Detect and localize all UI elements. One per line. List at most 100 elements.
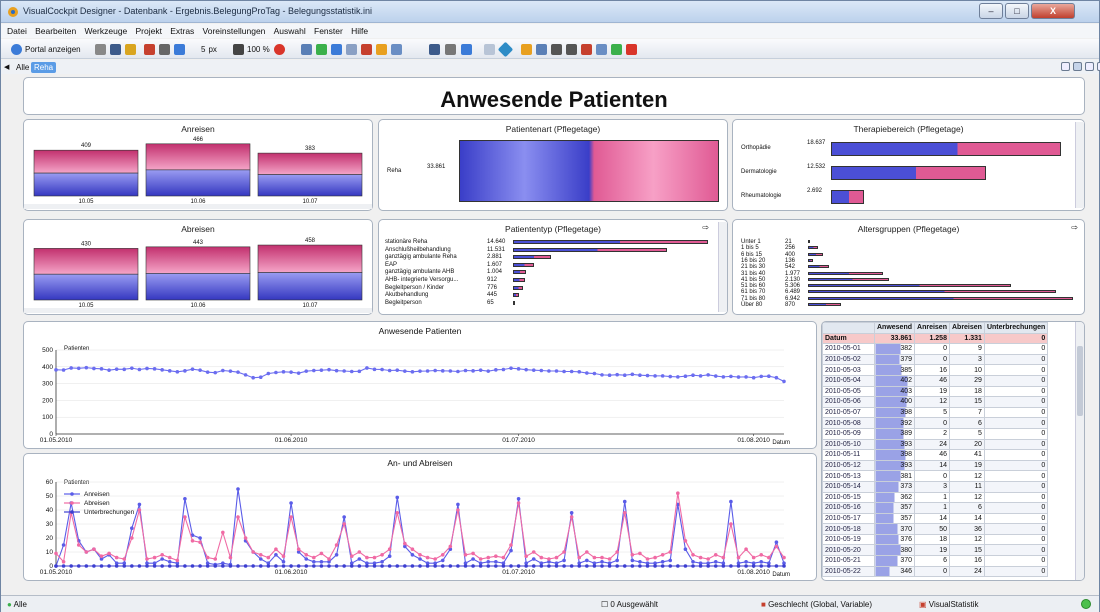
report-icon[interactable]	[596, 43, 607, 55]
offset-field[interactable]: 5 px	[201, 42, 217, 56]
brush-icon[interactable]	[521, 43, 532, 55]
table-row[interactable]: 2010-05-15 362 1 12 0	[822, 491, 1049, 504]
menu-datei[interactable]: Datei	[7, 24, 27, 38]
table-row[interactable]: 2010-05-04 402 46 29 0	[822, 374, 1049, 387]
table-row[interactable]: 2010-05-20 380 19 15 0	[822, 544, 1049, 557]
tab-reha[interactable]: Reha	[31, 62, 57, 73]
table-header-cell[interactable]: Abreisen	[948, 322, 985, 334]
filter-icon[interactable]	[581, 43, 592, 55]
menu-auswahl[interactable]: Auswahl	[274, 24, 306, 38]
table-row[interactable]: 2010-05-22 346 0 24 0	[822, 565, 1049, 578]
table-row[interactable]: 2010-05-16 357 1 6 0	[822, 502, 1049, 514]
page-icon[interactable]	[484, 43, 495, 55]
menu-extras[interactable]: Extras	[170, 24, 194, 38]
scatter-icon[interactable]	[376, 43, 387, 55]
menu-bearbeiten[interactable]: Bearbeiten	[35, 24, 76, 38]
table-row[interactable]: 2010-05-08 392 0 6 0	[822, 417, 1049, 429]
line-chart-icon[interactable]	[331, 43, 342, 55]
table-icon[interactable]	[301, 43, 312, 55]
table-scrollbar[interactable]	[1075, 322, 1084, 580]
table-row[interactable]: 2010-05-06 400 12 15 0	[822, 396, 1049, 408]
textbox-icon[interactable]	[391, 43, 402, 55]
data-point	[167, 560, 172, 564]
table-header-cell[interactable]: Unterbrechungen	[983, 322, 1049, 334]
menu-hilfe[interactable]: Hilfe	[351, 24, 368, 38]
table-row[interactable]: 2010-05-17 357 14 14 0	[822, 512, 1049, 525]
selection-icon: ☐	[601, 600, 609, 609]
list-icon[interactable]	[445, 43, 456, 55]
portal-button[interactable]: Portal anzeigen	[11, 42, 81, 56]
table-row[interactable]: 2010-05-19 376 18 12 0	[822, 533, 1049, 546]
table-header-cell[interactable]: Anreisen	[914, 322, 950, 334]
search-plus-icon[interactable]	[566, 43, 577, 55]
legend-label: Anreisen	[84, 491, 110, 498]
gantt-icon[interactable]	[361, 43, 372, 55]
table-row[interactable]: 2010-05-14 373 3 11 0	[822, 480, 1049, 493]
diamond-icon[interactable]	[497, 41, 514, 57]
calculator-icon[interactable]	[429, 43, 440, 55]
sort-icon[interactable]	[159, 43, 170, 55]
data-point	[342, 522, 346, 526]
table-row[interactable]: 2010-05-03 385 16 10 0	[822, 364, 1049, 376]
data-point	[645, 373, 650, 378]
data-point	[183, 497, 187, 501]
bar-value-label: 383	[305, 146, 316, 152]
area-chart-icon[interactable]	[346, 43, 357, 55]
tree-icon[interactable]	[461, 43, 472, 55]
table-cell: 46	[914, 374, 950, 387]
table-row[interactable]: 2010-05-02 379 0 3 0	[822, 353, 1049, 366]
export-icon[interactable]	[611, 43, 622, 55]
table-cell: 2010-05-01	[822, 343, 875, 355]
open-icon[interactable]	[125, 43, 136, 55]
collapse-icon[interactable]: ◀	[4, 63, 9, 71]
link-icon[interactable]	[174, 43, 185, 55]
table-row[interactable]: 2010-05-01 382 0 9 0	[822, 343, 1049, 355]
table-row[interactable]: 2010-05-10 393 24 20 0	[822, 438, 1049, 451]
table-row[interactable]: 2010-05-05 403 19 18 0	[822, 385, 1049, 398]
pdf-icon[interactable]	[626, 43, 637, 55]
data-point	[228, 564, 233, 568]
patiententyp-row-value: 65	[487, 299, 494, 306]
data-point	[668, 558, 673, 563]
table-scroll-thumb[interactable]	[1077, 346, 1083, 416]
menu-voreinstellungen[interactable]: Voreinstellungen	[203, 24, 266, 38]
table-row[interactable]: 2010-05-13 381 0 12 0	[822, 470, 1049, 482]
search-icon[interactable]	[551, 43, 562, 55]
menu-fenster[interactable]: Fenster	[314, 24, 343, 38]
data-point	[395, 511, 400, 515]
zoom-field[interactable]: 100 %	[233, 42, 285, 56]
table-header-cell[interactable]: Anwesend	[873, 322, 916, 334]
data-point	[349, 554, 354, 558]
view-two-icon[interactable]	[1073, 62, 1082, 71]
table-row[interactable]: 2010-05-18 370 50 36 0	[822, 523, 1049, 535]
table-row[interactable]: 2010-05-21 370 6 16 0	[822, 555, 1049, 567]
bar-bottom	[257, 272, 363, 301]
view-one-icon[interactable]	[1061, 62, 1070, 71]
status-selected: ☐ 0 Ausgewählt	[601, 598, 658, 611]
table-row[interactable]: 2010-05-07 398 5 7 0	[822, 406, 1049, 419]
save-icon[interactable]	[110, 43, 121, 55]
frame-icon[interactable]	[536, 43, 547, 55]
table-row[interactable]: 2010-05-12 393 14 19 0	[822, 459, 1049, 472]
tab-alle[interactable]: Alle	[13, 62, 32, 73]
data-point	[251, 375, 255, 380]
menu-werkzeuge[interactable]: Werkzeuge	[84, 24, 127, 38]
menu-projekt[interactable]: Projekt	[136, 24, 162, 38]
table-row[interactable]: 2010-05-11 398 46 41 0	[822, 449, 1049, 461]
grid-icon[interactable]	[144, 43, 155, 55]
maximize-button[interactable]: □	[1005, 3, 1029, 19]
table-row[interactable]: 2010-05-09 389 2 5 0	[822, 427, 1049, 440]
color-icon[interactable]	[273, 43, 285, 55]
close-button[interactable]: X	[1031, 3, 1075, 19]
patiententyp-scrollbar[interactable]	[718, 222, 727, 312]
data-point	[334, 564, 339, 568]
data-point	[167, 369, 172, 373]
folder-icon[interactable]	[95, 43, 106, 55]
minimize-button[interactable]: –	[979, 3, 1003, 19]
status-variable[interactable]: ■ Geschlecht (Global, Variable)	[761, 598, 872, 611]
bar-chart-icon[interactable]	[316, 43, 327, 55]
therapie-scrollbar[interactable]	[1075, 122, 1084, 208]
legend-label: Unterbrechungen	[84, 509, 135, 516]
view-three-icon[interactable]	[1085, 62, 1094, 71]
data-point	[54, 564, 58, 568]
